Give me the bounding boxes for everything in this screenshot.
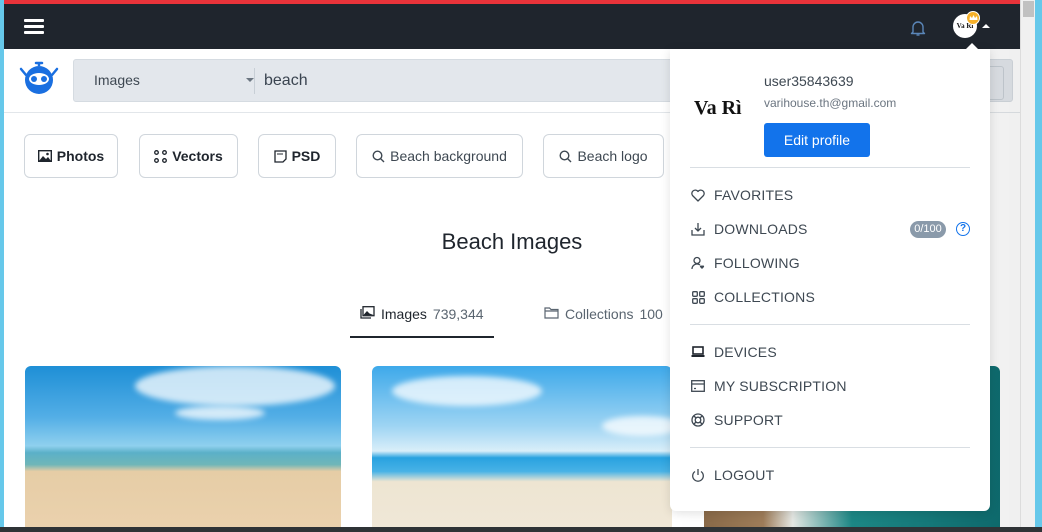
menu-item-logout[interactable]: LOGOUT [690,463,970,487]
images-icon [360,306,375,319]
browser-viewport: Va Rì Images Photos [4,0,1020,527]
top-navbar: Va Rì [4,4,1020,49]
laptop-icon [691,346,705,357]
folder-icon [544,307,559,319]
heart-icon [691,188,705,202]
user-email: varihouse.th@gmail.com [764,96,897,110]
search-icon [559,149,572,162]
help-icon[interactable]: ? [956,222,970,236]
username: user35843639 [764,73,854,89]
menu-item-following[interactable]: FOLLOWING [690,251,970,275]
hamburger-icon[interactable] [24,18,44,34]
power-icon [692,469,704,482]
download-icon [691,223,705,236]
divider [690,447,970,448]
freepik-logo[interactable] [18,57,60,99]
bell-icon[interactable] [909,19,927,37]
chip-photos[interactable]: Photos [24,134,118,178]
chip-beach-logo[interactable]: Beach logo [543,134,664,178]
vector-icon [154,149,168,163]
divider [254,68,255,94]
menu-item-my-subscription[interactable]: MY SUBSCRIPTION [690,374,970,398]
brand-top-stripe [4,0,1020,4]
caret-up-icon[interactable] [982,24,990,28]
edit-profile-button[interactable]: Edit profile [764,123,870,157]
psd-icon [273,149,287,163]
image-icon [37,150,52,162]
search-input[interactable] [264,60,664,101]
menu-item-devices[interactable]: DEVICES [690,340,970,364]
chip-psd[interactable]: PSD [258,134,336,178]
user-follow-icon [691,256,705,270]
vertical-scrollbar[interactable] [1020,0,1035,527]
crown-icon [966,11,980,25]
menu-item-collections[interactable]: COLLECTIONS [690,285,970,309]
divider [690,167,970,168]
menu-item-favorites[interactable]: FAVORITES [690,183,970,207]
dropdown-pointer [966,43,978,49]
image-thumbnail[interactable] [372,366,672,527]
downloads-badge: 0/100 [910,221,946,238]
grid-icon [691,290,705,304]
caret-down-icon [246,78,254,82]
tab-images[interactable]: Images 739,344 [350,306,494,338]
divider [690,324,970,325]
chip-vectors[interactable]: Vectors [139,134,238,178]
image-thumbnail[interactable] [25,366,341,527]
bottom-taskbar-edge [0,527,1042,532]
dropdown-avatar: Va Rì [694,97,742,119]
lifebuoy-icon [691,413,705,427]
search-icon [372,149,385,162]
user-dropdown-menu: Va Rì user35843639 varihouse.th@gmail.co… [670,49,990,511]
search-type-value: Images [94,72,140,88]
scrollbar-thumb[interactable] [1023,1,1034,17]
tab-collections[interactable]: Collections 100 [544,306,663,338]
menu-item-support[interactable]: SUPPORT [690,408,970,432]
card-icon [691,380,705,392]
search-type-select[interactable]: Images [94,60,254,101]
chip-beach-background[interactable]: Beach background [356,134,523,178]
